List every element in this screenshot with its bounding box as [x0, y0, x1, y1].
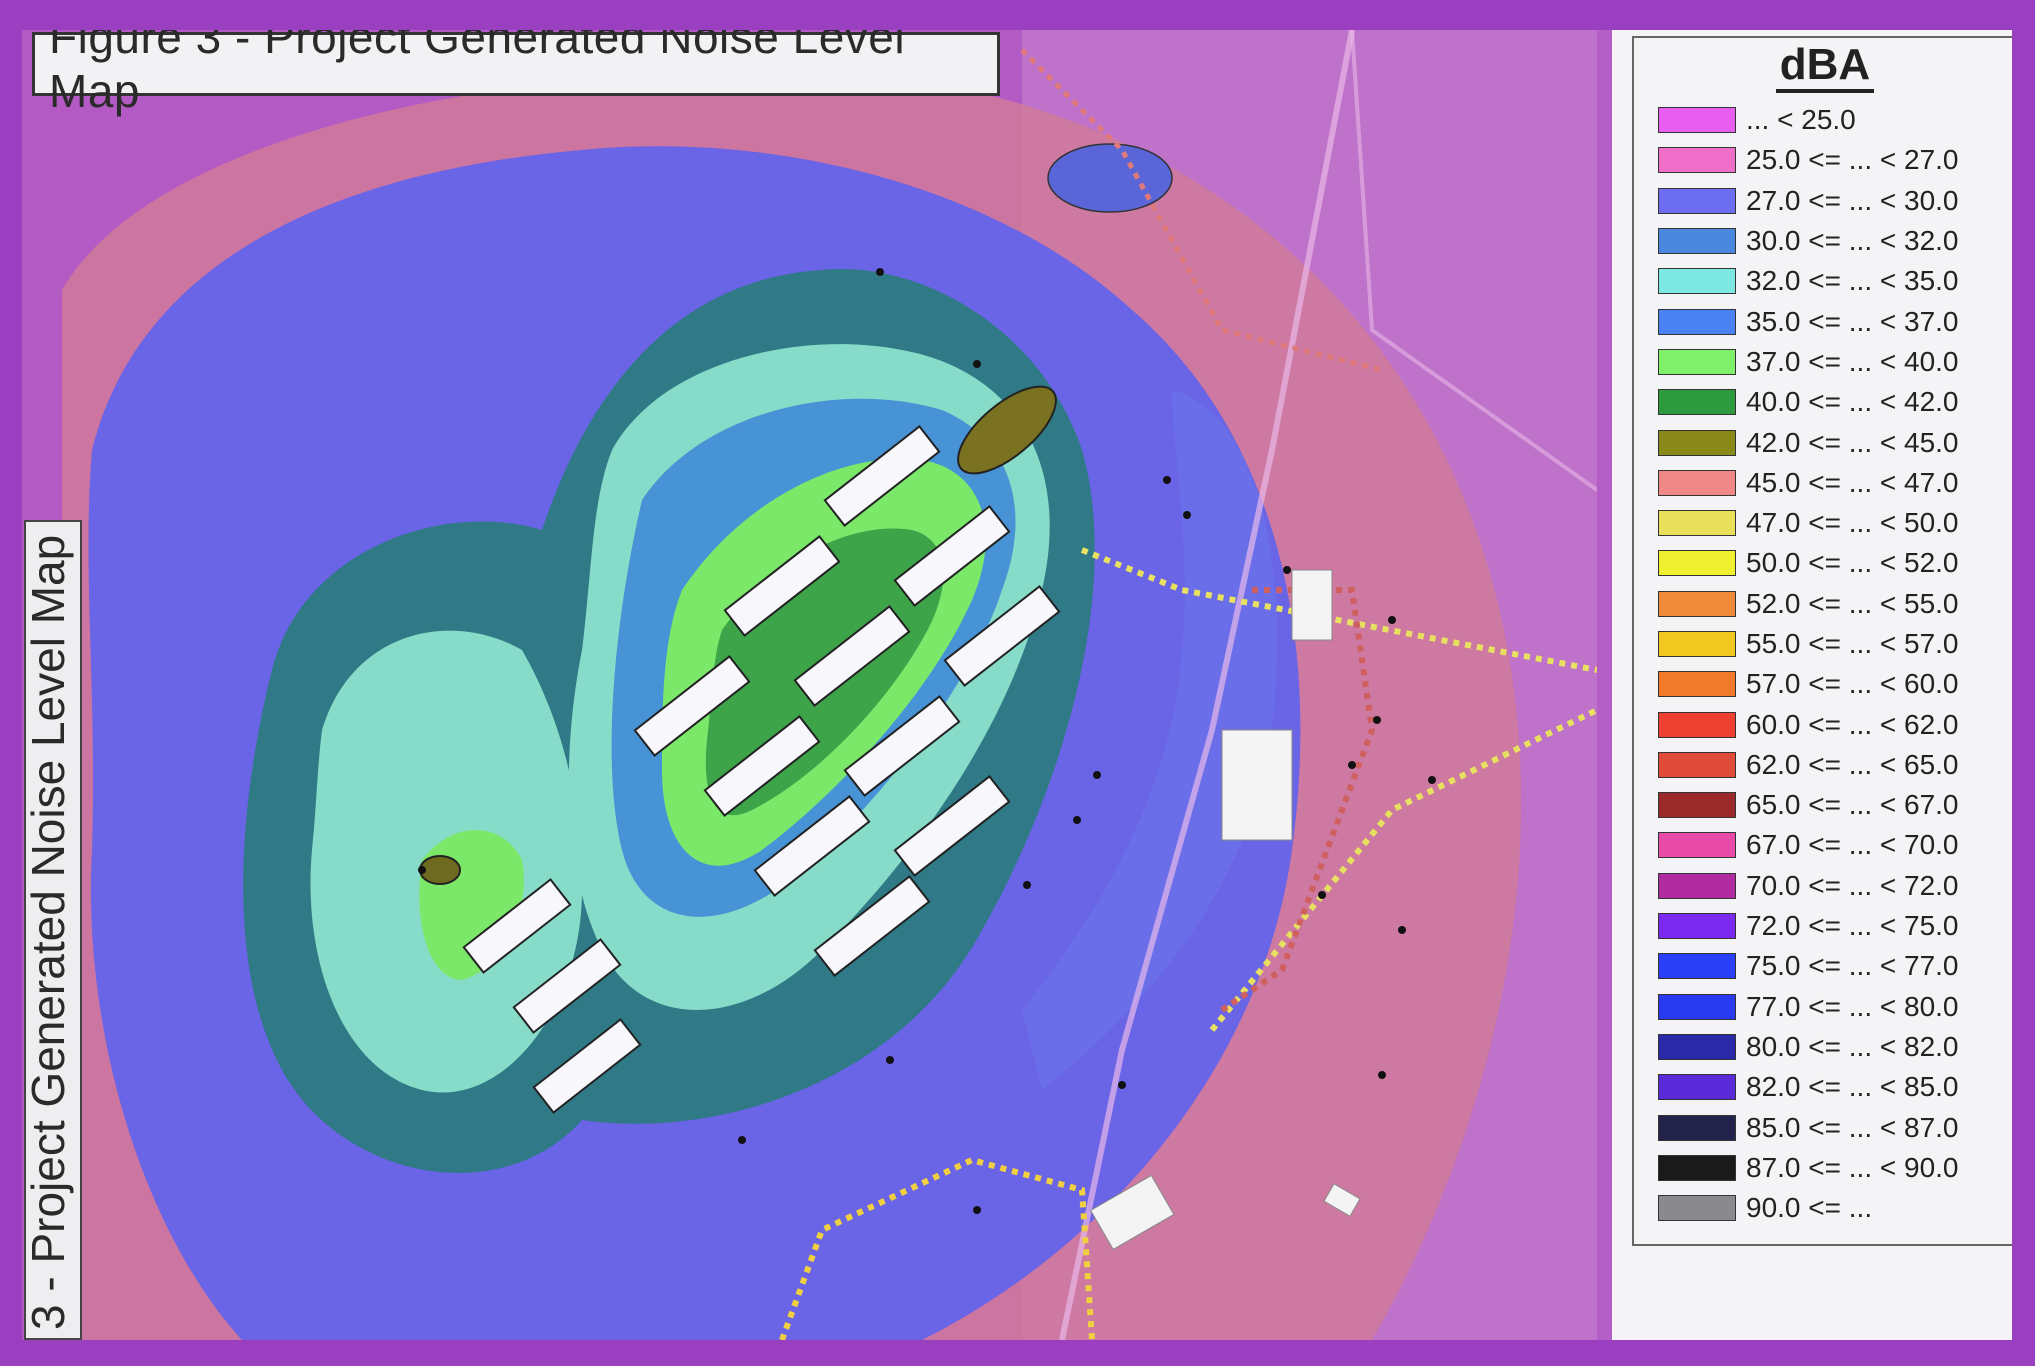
legend-swatch — [1658, 550, 1736, 577]
legend-item: 60.0 <= ... < 62.0 — [1658, 704, 1959, 744]
legend-swatch — [1658, 1074, 1736, 1101]
legend-item: 87.0 <= ... < 90.0 — [1658, 1148, 1959, 1188]
legend-label: 60.0 <= ... < 62.0 — [1746, 708, 1959, 740]
figure-title: Figure 3 - Project Generated Noise Level… — [32, 30, 1000, 117]
side-title: 3 - Project Generated Noise Level Map — [22, 534, 74, 1330]
legend-item: 37.0 <= ... < 40.0 — [1658, 342, 1959, 382]
legend-label: 75.0 <= ... < 77.0 — [1746, 950, 1959, 982]
legend-label: 42.0 <= ... < 45.0 — [1746, 426, 1959, 458]
legend-label: 87.0 <= ... < 90.0 — [1746, 1151, 1959, 1183]
legend-label: 37.0 <= ... < 40.0 — [1746, 345, 1959, 377]
legend-label: 90.0 <= ... — [1746, 1192, 1873, 1224]
figure-frame: Figure 3 - Project Generated Noise Level… — [22, 30, 2012, 1340]
legend-item: 27.0 <= ... < 30.0 — [1658, 181, 1959, 221]
legend-item: 82.0 <= ... < 85.0 — [1658, 1067, 1959, 1107]
legend-label: 47.0 <= ... < 50.0 — [1746, 507, 1959, 539]
legend-box: dBA ... < 25.0 25.0 <= ... < 27.0 27.0 <= … — [1632, 36, 2012, 1246]
legend-label: 85.0 <= ... < 87.0 — [1746, 1111, 1959, 1143]
legend-label: 67.0 <= ... < 70.0 — [1746, 829, 1959, 861]
legend-title: dBA — [1775, 40, 1875, 93]
legend-label: 50.0 <= ... < 52.0 — [1746, 547, 1959, 579]
legend-label: 57.0 <= ... < 60.0 — [1746, 668, 1959, 700]
legend-label: 82.0 <= ... < 85.0 — [1746, 1071, 1959, 1103]
legend-swatch — [1658, 913, 1736, 940]
legend-label: 52.0 <= ... < 55.0 — [1746, 587, 1959, 619]
legend-item: 77.0 <= ... < 80.0 — [1658, 987, 1959, 1027]
building-north — [1291, 569, 1333, 641]
legend-item: 42.0 <= ... < 45.0 — [1658, 422, 1959, 462]
building-large — [1221, 729, 1293, 841]
legend-label: 27.0 <= ... < 30.0 — [1746, 184, 1959, 216]
legend-label: 45.0 <= ... < 47.0 — [1746, 466, 1959, 498]
legend-item: 80.0 <= ... < 82.0 — [1658, 1027, 1959, 1067]
legend-item: 67.0 <= ... < 70.0 — [1658, 825, 1959, 865]
legend-item: 65.0 <= ... < 67.0 — [1658, 785, 1959, 825]
legend-swatch — [1658, 671, 1736, 698]
legend-label: 55.0 <= ... < 57.0 — [1746, 628, 1959, 659]
legend-item: 32.0 <= ... < 35.0 — [1658, 261, 1959, 301]
legend-rows: ... < 25.0 25.0 <= ... < 27.0 27.0 <= ... … — [1658, 100, 1959, 1228]
legend-swatch — [1658, 147, 1736, 174]
legend-item: 70.0 <= ... < 72.0 — [1658, 866, 1959, 906]
legend-swatch — [1658, 872, 1736, 899]
legend-item: 72.0 <= ... < 75.0 — [1658, 906, 1959, 946]
legend-label: 25.0 <= ... < 27.0 — [1746, 144, 1959, 176]
legend-item: ... < 25.0 — [1658, 100, 1959, 140]
legend-item: 52.0 <= ... < 55.0 — [1658, 584, 1959, 624]
legend-label: 65.0 <= ... < 67.0 — [1746, 789, 1959, 821]
legend-swatch — [1658, 792, 1736, 819]
legend-label: 32.0 <= ... < 35.0 — [1746, 265, 1959, 297]
legend-swatch — [1658, 1195, 1736, 1222]
noise-contour-map — [22, 30, 1597, 1340]
legend-item: 62.0 <= ... < 65.0 — [1658, 745, 1959, 785]
legend-item: 90.0 <= ... — [1658, 1188, 1959, 1228]
legend-swatch — [1658, 469, 1736, 496]
legend-item: 57.0 <= ... < 60.0 — [1658, 664, 1959, 704]
legend-item: 30.0 <= ... < 32.0 — [1658, 221, 1959, 261]
legend-swatch — [1658, 389, 1736, 416]
legend-item: 55.0 <= ... < 57.0 — [1658, 624, 1959, 664]
legend-item: 40.0 <= ... < 42.0 — [1658, 382, 1959, 422]
legend-label: 72.0 <= ... < 75.0 — [1746, 910, 1959, 942]
legend-item: 35.0 <= ... < 37.0 — [1658, 301, 1959, 341]
legend-item: 50.0 <= ... < 52.0 — [1658, 543, 1959, 583]
legend-swatch — [1658, 510, 1736, 537]
legend-item: 47.0 <= ... < 50.0 — [1658, 503, 1959, 543]
legend-swatch — [1658, 1114, 1736, 1141]
legend-item: 25.0 <= ... < 27.0 — [1658, 140, 1959, 180]
legend-swatch — [1658, 631, 1736, 657]
legend-swatch — [1658, 429, 1736, 456]
legend-label: ... < 25.0 — [1746, 104, 1856, 136]
legend-panel: dBA ... < 25.0 25.0 <= ... < 27.0 27.0 <= … — [1612, 30, 2012, 1340]
legend-label: 40.0 <= ... < 42.0 — [1746, 386, 1959, 418]
legend-swatch — [1658, 268, 1736, 295]
legend-label: 30.0 <= ... < 32.0 — [1746, 225, 1959, 257]
legend-swatch — [1658, 308, 1736, 335]
legend-label: 77.0 <= ... < 80.0 — [1746, 990, 1959, 1022]
legend-label: 35.0 <= ... < 37.0 — [1746, 305, 1959, 337]
legend-label: 70.0 <= ... < 72.0 — [1746, 869, 1959, 901]
legend-swatch — [1658, 993, 1736, 1020]
legend-swatch — [1658, 187, 1736, 214]
legend-item: 85.0 <= ... < 87.0 — [1658, 1107, 1959, 1147]
legend-swatch — [1658, 953, 1736, 980]
lake — [1047, 143, 1173, 213]
legend-swatch — [1658, 590, 1736, 617]
legend-swatch — [1658, 711, 1736, 738]
legend-item: 45.0 <= ... < 47.0 — [1658, 463, 1959, 503]
legend-item: 75.0 <= ... < 77.0 — [1658, 946, 1959, 986]
legend-swatch — [1658, 751, 1736, 778]
legend-swatch — [1658, 1154, 1736, 1181]
legend-swatch — [1658, 832, 1736, 859]
legend-swatch — [1658, 1033, 1736, 1060]
legend-swatch — [1658, 228, 1736, 255]
legend-label: 62.0 <= ... < 65.0 — [1746, 748, 1959, 780]
legend-label: 80.0 <= ... < 82.0 — [1746, 1030, 1959, 1062]
legend-swatch — [1658, 107, 1736, 134]
noise-level-map: Figure 3 - Project Generated Noise Level… — [22, 30, 1597, 1340]
side-title-panel: 3 - Project Generated Noise Level Map — [22, 520, 82, 1340]
legend-swatch — [1658, 348, 1736, 375]
